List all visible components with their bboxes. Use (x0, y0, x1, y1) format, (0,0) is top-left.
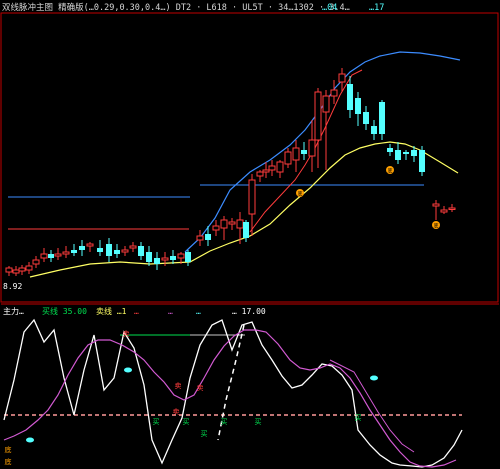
candle[interactable] (379, 100, 385, 140)
candle-body (12, 269, 20, 274)
candle-body (347, 84, 353, 110)
candle-body (256, 171, 264, 177)
candle-body (448, 207, 456, 210)
candle-body (395, 150, 401, 160)
candle-body (205, 234, 211, 240)
buy-signal[interactable]: 买 (221, 418, 228, 426)
candle-body (62, 251, 70, 255)
candle-body (170, 256, 176, 260)
signal-a-value: … (134, 307, 139, 316)
sell-line-value: 卖线 …1 (96, 306, 127, 316)
candle-body (284, 151, 292, 165)
candle-body (106, 244, 112, 256)
candle-body (18, 267, 26, 272)
candle-body (86, 243, 94, 247)
candle-body (338, 73, 346, 83)
signal-c-value: … (196, 307, 201, 316)
candle-body (314, 91, 322, 141)
buy-signal[interactable]: 买 (183, 418, 190, 426)
indicator-name: 主力… (3, 306, 24, 316)
bottom-signal[interactable]: 底 (5, 457, 12, 466)
buy-signal[interactable]: 买 (255, 418, 262, 426)
candle-body (138, 246, 144, 256)
bottom-marker-2-label: 底 (387, 168, 392, 175)
candle-body (185, 252, 191, 262)
candle-body (228, 221, 236, 225)
candle-body (276, 161, 284, 173)
sell-signal[interactable]: 卖 (123, 330, 130, 338)
candle-body (129, 245, 137, 249)
candle-body (54, 253, 62, 257)
buy-signal[interactable]: 买 (355, 414, 362, 422)
signal-b-value: … (168, 307, 173, 316)
main-header-text: 双线脉冲主图 精确版(…0.29,0.30,0.4…) DT2 · L618 ·… (2, 2, 350, 13)
candle-body (48, 254, 54, 258)
bottom-signal[interactable]: 底 (5, 445, 12, 454)
threshold-value: … 17.00 (232, 307, 266, 316)
candle-body (387, 148, 393, 152)
candle[interactable] (419, 146, 425, 176)
candle-body (363, 112, 369, 124)
candle-body (161, 257, 169, 261)
buy-signal[interactable]: 买 (153, 418, 160, 426)
bottom-marker-1-label: 底 (297, 191, 302, 198)
candle-body (40, 253, 48, 259)
candle-body (262, 169, 270, 173)
candle-body (371, 126, 377, 134)
candle-body (5, 267, 13, 273)
oscillator-blip (26, 437, 34, 443)
candle-body (292, 147, 300, 161)
candle-body (177, 253, 185, 259)
candle-body (71, 250, 77, 253)
sell-signal[interactable]: 卖 (173, 408, 180, 416)
candle-body (196, 235, 204, 241)
sell-signal[interactable]: 卖 (175, 382, 182, 390)
candle-body (25, 265, 33, 271)
candle-body (146, 252, 152, 262)
candle-body (411, 150, 417, 156)
candle-body (248, 179, 256, 215)
candle-body (236, 219, 244, 229)
price-label: 8.92 (3, 282, 22, 291)
candle-body (79, 246, 85, 250)
candle-body (243, 222, 249, 238)
candle-body (268, 165, 276, 171)
candle-body (114, 250, 120, 254)
candle-body (308, 139, 316, 157)
candle-body (355, 98, 361, 114)
candle-body (322, 95, 330, 113)
candle-body (379, 102, 385, 134)
candle-body (220, 219, 228, 229)
candle-body (440, 209, 448, 213)
sell-signal[interactable]: 卖 (197, 384, 204, 392)
main-header-right-2: …17 (369, 3, 384, 13)
oscillator-blip (370, 375, 378, 381)
buy-signal[interactable]: 买 (201, 430, 208, 438)
candle-body (419, 150, 425, 172)
candle-body (403, 152, 409, 154)
candle-body (212, 225, 220, 231)
candle-body (121, 249, 129, 253)
oscillator-blip (124, 367, 132, 373)
candle-body (432, 203, 440, 207)
candle-body (154, 258, 160, 264)
bottom-marker-3-label: 底 (433, 223, 438, 230)
candle-body (301, 150, 307, 154)
candle-body (97, 248, 103, 252)
candle-body (32, 259, 40, 265)
main-header-right-1: …04 (322, 3, 337, 13)
stock-chart[interactable]: 双线脉冲主图 精确版(…0.29,0.30,0.4…) DT2 · L618 ·… (0, 0, 500, 469)
buy-line-value: 买线 35.00 (42, 306, 87, 316)
candle-body (330, 89, 338, 97)
